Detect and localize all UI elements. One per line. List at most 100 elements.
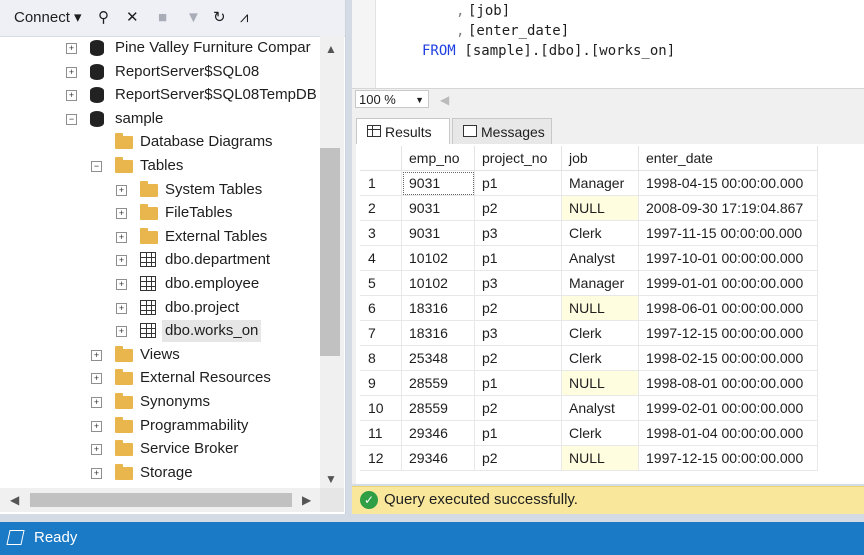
- disconnect-icon[interactable]: ✕: [126, 6, 139, 30]
- grid-cell[interactable]: Clerk: [561, 420, 639, 446]
- grid-cell[interactable]: Clerk: [561, 220, 639, 246]
- tree-node[interactable]: + Views: [0, 344, 320, 366]
- expand-icon[interactable]: +: [66, 66, 77, 78]
- scroll-left-icon[interactable]: ◀: [10, 493, 19, 507]
- collapse-icon[interactable]: −: [66, 113, 77, 125]
- expand-icon[interactable]: +: [91, 397, 102, 408]
- grid-cell[interactable]: p2: [474, 445, 562, 471]
- grid-cell[interactable]: 29346: [401, 420, 475, 446]
- scroll-right-icon[interactable]: ▶: [302, 493, 311, 507]
- grid-cell[interactable]: 1997-11-15 00:00:00.000: [638, 220, 818, 246]
- row-number[interactable]: 12: [360, 445, 402, 471]
- expand-icon[interactable]: +: [116, 231, 127, 243]
- column-header[interactable]: emp_no: [401, 146, 475, 171]
- grid-cell[interactable]: Clerk: [561, 320, 639, 346]
- grid-cell[interactable]: 1997-10-01 00:00:00.000: [638, 245, 818, 271]
- grid-cell[interactable]: p1: [474, 245, 562, 271]
- table-row[interactable]: 7 18316 p3 Clerk 1997-12-15 00:00:00.000: [360, 320, 818, 346]
- grid-cell[interactable]: 25348: [401, 345, 475, 371]
- expand-icon[interactable]: +: [91, 467, 102, 479]
- grid-cell[interactable]: NULL: [561, 195, 639, 221]
- grid-cell[interactable]: p3: [474, 320, 562, 346]
- expand-icon[interactable]: +: [66, 43, 77, 54]
- tree-node[interactable]: + External Resources: [0, 367, 320, 389]
- row-number[interactable]: 8: [360, 345, 402, 371]
- grid-cell[interactable]: 9031: [401, 195, 475, 221]
- tree-node[interactable]: Database Diagrams: [0, 131, 320, 153]
- expand-icon[interactable]: +: [91, 373, 102, 385]
- row-number[interactable]: 3: [360, 220, 402, 246]
- row-number[interactable]: 11: [360, 420, 402, 446]
- grid-cell[interactable]: p2: [474, 345, 562, 371]
- grid-cell[interactable]: 28559: [401, 370, 475, 396]
- row-number[interactable]: 9: [360, 370, 402, 396]
- table-row[interactable]: 5 10102 p3 Manager 1999-01-01 00:00:00.000: [360, 270, 818, 296]
- row-number[interactable]: 10: [360, 395, 402, 421]
- expand-icon[interactable]: +: [91, 349, 102, 361]
- tree-node[interactable]: + System Tables: [0, 179, 320, 201]
- tree-node[interactable]: + External Tables: [0, 226, 320, 248]
- scroll-up-icon[interactable]: ▲: [325, 42, 337, 56]
- row-number[interactable]: 7: [360, 320, 402, 346]
- connect-plug-icon[interactable]: ⚲: [98, 6, 109, 30]
- row-number-header[interactable]: [360, 146, 402, 171]
- tree-node[interactable]: + dbo.employee: [0, 273, 320, 295]
- grid-cell[interactable]: p3: [474, 220, 562, 246]
- grid-cell[interactable]: p2: [474, 195, 562, 221]
- grid-cell[interactable]: 1998-02-15 00:00:00.000: [638, 345, 818, 371]
- grid-cell[interactable]: 1998-06-01 00:00:00.000: [638, 295, 818, 321]
- grid-cell[interactable]: 1998-08-01 00:00:00.000: [638, 370, 818, 396]
- grid-cell[interactable]: 1998-01-04 00:00:00.000: [638, 420, 818, 446]
- row-number[interactable]: 5: [360, 270, 402, 296]
- row-number[interactable]: 1: [360, 170, 402, 196]
- expand-icon[interactable]: +: [116, 326, 127, 338]
- grid-cell[interactable]: p1: [474, 170, 562, 196]
- grid-cell[interactable]: 2008-09-30 17:19:04.867: [638, 195, 818, 221]
- tree-node[interactable]: + Synonyms: [0, 391, 320, 413]
- grid-cell[interactable]: 10102: [401, 270, 475, 296]
- tree-node[interactable]: + ReportServer$SQL08: [0, 61, 320, 83]
- table-row[interactable]: 3 9031 p3 Clerk 1997-11-15 00:00:00.000: [360, 220, 818, 246]
- grid-cell[interactable]: 9031: [401, 170, 475, 196]
- grid-cell[interactable]: p2: [474, 395, 562, 421]
- grid-cell[interactable]: 1997-12-15 00:00:00.000: [638, 445, 818, 471]
- tree-node[interactable]: − Tables: [0, 155, 320, 177]
- expand-icon[interactable]: +: [66, 90, 77, 102]
- column-header[interactable]: job: [561, 146, 639, 171]
- table-row[interactable]: 2 9031 p2 NULL 2008-09-30 17:19:04.867: [360, 195, 818, 221]
- tree-node[interactable]: + ReportServer$SQL08TempDB: [0, 84, 320, 106]
- connect-button[interactable]: Connect ▾: [14, 6, 82, 30]
- table-row[interactable]: 11 29346 p1 Clerk 1998-01-04 00:00:00.000: [360, 420, 818, 446]
- tree-node[interactable]: + dbo.works_on: [0, 320, 320, 343]
- grid-cell[interactable]: 1997-12-15 00:00:00.000: [638, 320, 818, 346]
- grid-cell[interactable]: Clerk: [561, 345, 639, 371]
- tree-node[interactable]: + Storage: [0, 462, 320, 484]
- grid-cell[interactable]: p1: [474, 420, 562, 446]
- tree-node[interactable]: + Pine Valley Furniture Compar: [0, 37, 320, 59]
- results-grid[interactable]: emp_no project_no job enter_date 1 9031 p1…: [360, 146, 818, 471]
- grid-cell[interactable]: 9031: [401, 220, 475, 246]
- grid-cell[interactable]: NULL: [561, 295, 639, 321]
- row-number[interactable]: 2: [360, 195, 402, 221]
- tree-node[interactable]: + Programmability: [0, 415, 320, 437]
- grid-cell[interactable]: Manager: [561, 270, 639, 296]
- tab-results[interactable]: Results: [356, 118, 450, 144]
- stop-icon[interactable]: ■: [158, 6, 167, 30]
- grid-cell[interactable]: 1999-01-01 00:00:00.000: [638, 270, 818, 296]
- expand-icon[interactable]: +: [116, 279, 127, 290]
- grid-cell[interactable]: NULL: [561, 370, 639, 396]
- grid-cell[interactable]: p3: [474, 270, 562, 296]
- zoom-dropdown[interactable]: 100 % ▼: [355, 90, 429, 108]
- grid-cell[interactable]: 1999-02-01 00:00:00.000: [638, 395, 818, 421]
- tree-node[interactable]: + dbo.project: [0, 297, 320, 319]
- table-row[interactable]: 8 25348 p2 Clerk 1998-02-15 00:00:00.000: [360, 345, 818, 371]
- column-header[interactable]: project_no: [474, 146, 562, 171]
- expand-icon[interactable]: +: [116, 184, 127, 196]
- scroll-down-icon[interactable]: ▼: [325, 472, 337, 486]
- row-number[interactable]: 6: [360, 295, 402, 321]
- expand-icon[interactable]: +: [116, 302, 127, 314]
- tree-node[interactable]: + FileTables: [0, 202, 320, 224]
- table-row[interactable]: 10 28559 p2 Analyst 1999-02-01 00:00:00.000: [360, 395, 818, 421]
- grid-cell[interactable]: p2: [474, 295, 562, 321]
- table-row[interactable]: 9 28559 p1 NULL 1998-08-01 00:00:00.000: [360, 370, 818, 396]
